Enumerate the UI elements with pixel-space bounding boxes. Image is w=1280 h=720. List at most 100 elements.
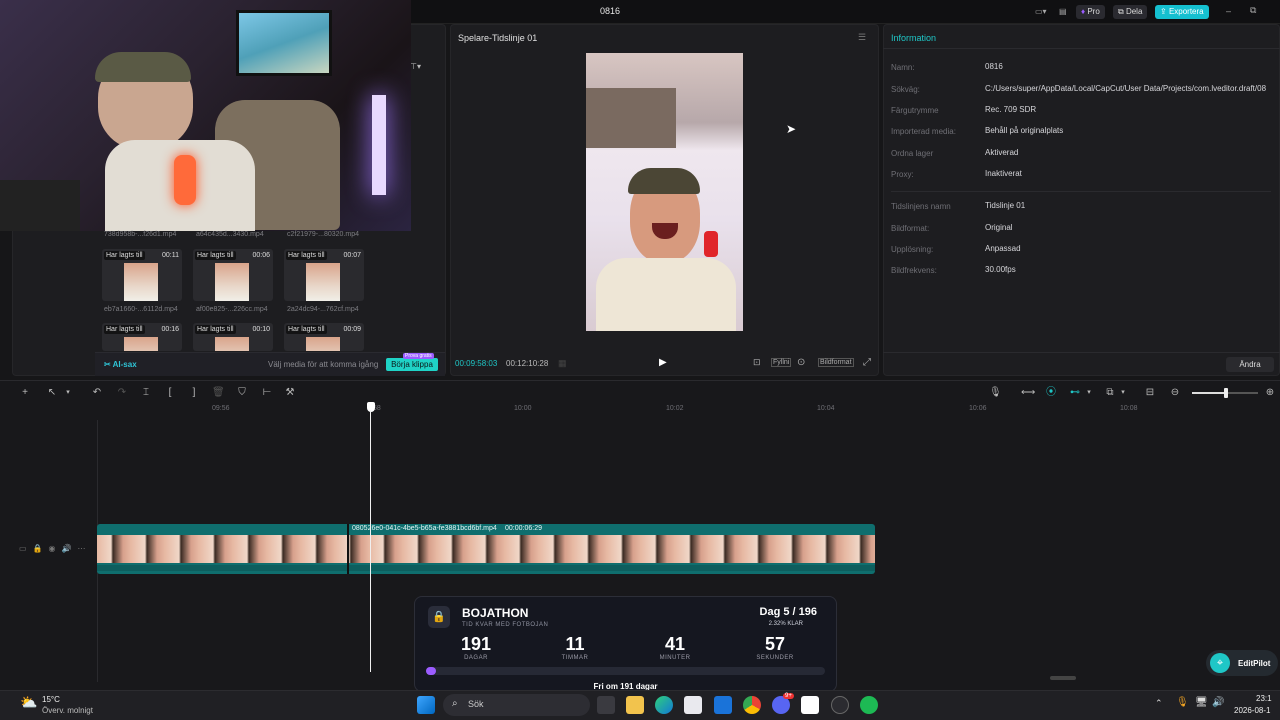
- magic-icon[interactable]: ⚒: [284, 387, 296, 399]
- capcut-icon[interactable]: [801, 696, 819, 714]
- split-right-icon[interactable]: ]: [188, 387, 200, 399]
- file-explorer-icon[interactable]: [626, 696, 644, 714]
- media-filename: c2f21979-...80320.mp4: [287, 231, 359, 238]
- more-icon[interactable]: ⋯: [77, 544, 91, 553]
- zoom-out-icon[interactable]: ⊖: [1169, 387, 1181, 399]
- volume-icon[interactable]: 🔊: [1212, 697, 1224, 708]
- playhead-line: [370, 410, 371, 672]
- zoom-fit-icon[interactable]: ⊕: [1264, 387, 1276, 399]
- fill-button[interactable]: Fyllni: [771, 358, 792, 367]
- divider: [891, 191, 1271, 192]
- info-key: Bildfrekvens:: [891, 266, 937, 275]
- mic-tray-icon[interactable]: 🎙: [1176, 697, 1189, 708]
- taskbar-search[interactable]: [443, 694, 590, 716]
- thumbnail-duration: 00:09: [343, 326, 361, 333]
- aspect-ratio-button[interactable]: Bildformat: [818, 358, 854, 367]
- speaker-icon[interactable]: 🔊: [62, 544, 78, 553]
- audio-link-icon[interactable]: ⧉: [1104, 387, 1116, 399]
- search-icon: ⌕: [452, 698, 458, 709]
- marker-icon[interactable]: ⛉: [236, 387, 248, 399]
- split-icon[interactable]: ⌶: [140, 387, 152, 399]
- layout-icon[interactable]: ▭▾: [1030, 5, 1052, 19]
- start-editing-button[interactable]: Börja klippa: [386, 358, 438, 371]
- clock-date: 2026-08-1: [1234, 706, 1271, 715]
- delete-icon[interactable]: 🗑: [212, 387, 225, 399]
- restore-icon[interactable]: ⧉: [1250, 5, 1256, 16]
- split-left-icon[interactable]: [: [164, 387, 176, 399]
- screenshot-icon[interactable]: ⊙: [797, 357, 805, 368]
- clip-frames: [97, 535, 875, 563]
- caption-icon[interactable]: ⊟: [1144, 387, 1156, 399]
- media-thumbnail[interactable]: Har lagts till 00:07: [284, 249, 364, 301]
- keyboard: [0, 180, 80, 231]
- media-thumbnail[interactable]: Har lagts till 00:06: [193, 249, 273, 301]
- undo-icon[interactable]: ↶: [91, 387, 103, 399]
- preview-axis-icon[interactable]: ⊷: [1069, 387, 1081, 399]
- lock-icon[interactable]: 🔒: [33, 544, 49, 553]
- select-tool-icon[interactable]: ↖: [46, 387, 58, 399]
- track-controls: ▭🔒◉🔊⋯: [19, 544, 91, 553]
- export-button[interactable]: ⇪ Exportera: [1155, 5, 1209, 19]
- clock-time: 23:1: [1256, 694, 1272, 703]
- eye-icon[interactable]: ◉: [49, 544, 62, 553]
- change-button[interactable]: Ändra: [1226, 357, 1274, 372]
- editpilot-label: EditPilot: [1238, 659, 1271, 668]
- cover-icon[interactable]: ▭: [19, 544, 33, 553]
- store-icon[interactable]: [684, 696, 702, 714]
- thumbnail-duration: 00:16: [161, 326, 179, 333]
- outlook-icon[interactable]: [714, 696, 732, 714]
- media-thumbnail[interactable]: Har lagts till 00:16: [102, 323, 182, 351]
- media-hint: Välj media för att komma igång: [268, 360, 379, 369]
- playhead-handle[interactable]: [367, 402, 375, 412]
- media-thumbnail[interactable]: Har lagts till 00:09: [284, 323, 364, 351]
- tray-chevron-icon[interactable]: ⌃: [1155, 698, 1163, 709]
- export-icon: ⇪: [1160, 7, 1167, 16]
- menu-icon[interactable]: ☰: [858, 32, 866, 43]
- timeline-grid-icon[interactable]: ▦: [558, 358, 567, 369]
- information-panel: [883, 24, 1280, 376]
- microphone-icon[interactable]: 🎙: [989, 387, 1002, 399]
- edge-icon[interactable]: [655, 696, 673, 714]
- task-view-icon[interactable]: [597, 696, 615, 714]
- redo-icon[interactable]: ↷: [116, 387, 128, 399]
- notification-badge: 9+: [783, 693, 794, 699]
- chevron-down-icon[interactable]: ▾: [1083, 387, 1095, 399]
- ai-scissors-button[interactable]: ✂ AI-sax: [104, 360, 137, 369]
- pro-button[interactable]: ♦ Pro: [1076, 5, 1105, 19]
- media-thumbnail[interactable]: Har lagts till 00:10: [193, 323, 273, 351]
- freeze-icon[interactable]: ⊢: [261, 387, 273, 399]
- chevron-down-icon[interactable]: ▾: [1117, 387, 1129, 399]
- app-icon[interactable]: [831, 696, 849, 714]
- lock-aspect-icon[interactable]: ⊡: [753, 357, 761, 368]
- bojathon-day: Dag 5 / 196: [759, 606, 817, 618]
- fullscreen-icon[interactable]: ⤢: [863, 357, 871, 368]
- link-icon[interactable]: ⟷: [1021, 387, 1035, 399]
- lock-icon: 🔒: [428, 606, 450, 628]
- player-title: Spelare-Tidslinje 01: [458, 33, 538, 43]
- windows-start-icon[interactable]: [417, 696, 435, 714]
- video-preview[interactable]: [586, 53, 743, 331]
- minimize-icon[interactable]: –: [1226, 6, 1231, 16]
- chevron-down-icon[interactable]: ▾: [62, 387, 74, 399]
- clip-split-marker: [347, 524, 349, 574]
- filter-icon[interactable]: ⊤▾: [410, 62, 421, 71]
- share-button[interactable]: ⧉ Dela: [1113, 5, 1148, 19]
- progress-fill: [426, 667, 436, 675]
- timeline-scrollbar[interactable]: [1050, 676, 1076, 680]
- monitor-icon[interactable]: 🖥: [1195, 697, 1208, 708]
- zoom-slider-handle[interactable]: [1224, 388, 1228, 398]
- snap-icon[interactable]: ⦿: [1045, 387, 1057, 399]
- chrome-icon[interactable]: [743, 696, 761, 714]
- added-tag: Har lagts till: [195, 325, 236, 334]
- media-filename: 2a24dc94-...762cf.mp4: [287, 306, 359, 313]
- info-value: Inaktiverat: [985, 169, 1022, 178]
- shortcuts-icon[interactable]: ▤: [1054, 5, 1068, 19]
- spotify-icon[interactable]: [860, 696, 878, 714]
- add-icon[interactable]: +: [19, 387, 31, 399]
- info-key: Importerad media:: [891, 127, 956, 136]
- play-icon[interactable]: ▶: [659, 357, 667, 368]
- media-thumbnail[interactable]: Har lagts till 00:11: [102, 249, 182, 301]
- clip-duration: 00:00:06:29: [505, 525, 542, 532]
- mouse-cursor: ➤: [786, 122, 797, 136]
- ruler-tick: 10:02: [666, 405, 684, 412]
